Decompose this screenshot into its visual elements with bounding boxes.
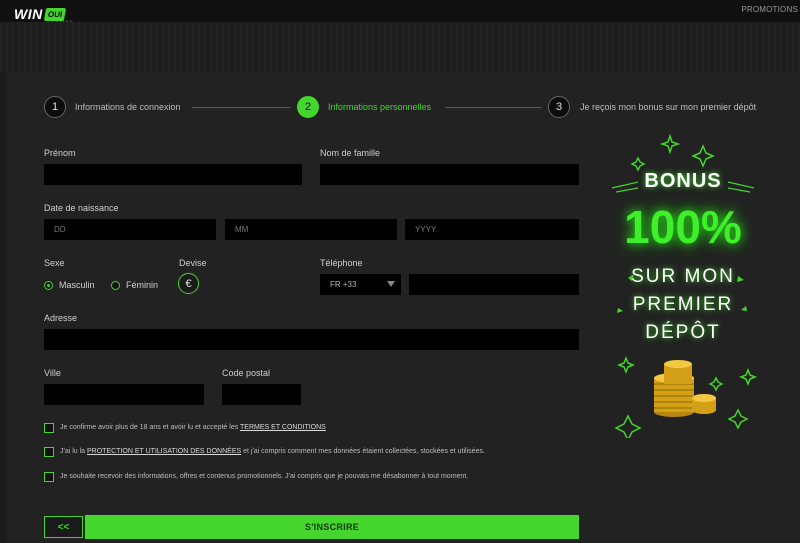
male-radio-label[interactable]: Masculin [59, 280, 95, 290]
male-radio[interactable] [44, 281, 53, 290]
sparkle-icon [738, 367, 758, 387]
sparkle-icon [630, 156, 646, 172]
address-label: Adresse [44, 313, 78, 323]
privacy-consent-label: J'ai lu la [60, 448, 88, 455]
privacy-checkbox[interactable] [44, 447, 54, 457]
sparkle-icon [616, 355, 636, 375]
first-name-label: Prénom [44, 148, 76, 158]
postal-code-label: Code postal [222, 368, 271, 378]
step-3-circle: 3 [548, 96, 570, 118]
sex-label: Sexe [44, 258, 65, 268]
terms-checkbox[interactable] [44, 423, 54, 433]
back-button[interactable]: << [44, 516, 83, 538]
phone-label: Téléphone [320, 258, 363, 268]
sparkle-icon [708, 376, 724, 392]
female-radio[interactable] [111, 281, 120, 290]
step-3-label: Je reçois mon bonus sur mon premier dépô… [580, 102, 757, 112]
birth-day-input[interactable] [44, 219, 216, 240]
sparkle-icon [691, 144, 715, 168]
logo-text: WIN [14, 6, 43, 22]
step-1-circle: 1 [44, 96, 66, 118]
promo-line-1: SUR MON [631, 266, 735, 287]
promo-percent: 100% [624, 201, 742, 253]
coin-stack [654, 360, 716, 417]
terms-link[interactable]: TERMES ET CONDITIONS [240, 424, 326, 431]
postal-code-input[interactable] [222, 384, 301, 405]
backdrop [0, 22, 800, 72]
bonus-promo: BONUS 100% SUR MON PREMIER DÉPÔT [598, 128, 768, 438]
first-name-input[interactable] [44, 164, 302, 185]
promotions-link[interactable]: PROMOTIONS [741, 5, 798, 14]
city-label: Ville [44, 368, 61, 378]
privacy-consent-suffix: et j'ai compris comment mes données étai… [241, 448, 485, 455]
privacy-link[interactable]: PROTECTION ET UTILISATION DES DONNÉES [87, 448, 241, 455]
step-2-label: Informations personnelles [328, 102, 432, 112]
country-code-value: FR +33 [330, 280, 357, 289]
marketing-checkbox[interactable] [44, 472, 54, 482]
city-input[interactable] [44, 384, 204, 405]
female-radio-label[interactable]: Féminin [126, 280, 158, 290]
chevron-down-icon [387, 281, 395, 287]
sparkle-icon [659, 133, 681, 155]
step-connector [192, 107, 290, 108]
privacy-consent-text: J'ai lu la PROTECTION ET UTILISATION DES… [60, 448, 485, 455]
country-code-select[interactable]: FR +33 [320, 274, 401, 295]
step-connector [445, 107, 542, 108]
terms-consent-label: Je confirme avoir plus de 18 ans et avoi… [60, 424, 241, 431]
step-2-circle: 2 [297, 96, 319, 118]
birth-month-input[interactable] [225, 219, 397, 240]
terms-consent-text: Je confirme avoir plus de 18 ans et avoi… [60, 424, 326, 431]
sparkle-icon [727, 408, 749, 430]
register-button[interactable]: S'INSCRIRE [85, 515, 579, 539]
sparkle-icon [614, 414, 642, 438]
step-1-label: Informations de connexion [75, 102, 181, 112]
top-bar: WIN OUI CASINO PROMOTIONS [0, 0, 800, 24]
marketing-consent-text: Je souhaite recevoir des informations, o… [60, 473, 469, 480]
phone-input[interactable] [409, 274, 579, 295]
last-name-input[interactable] [320, 164, 579, 185]
currency-label: Devise [179, 258, 207, 268]
promo-bonus: BONUS [644, 170, 722, 192]
birthdate-label: Date de naissance [44, 203, 119, 213]
address-input[interactable] [44, 329, 579, 350]
promo-line-3: DÉPÔT [645, 322, 721, 343]
currency-euro-button[interactable]: € [178, 273, 199, 294]
last-name-label: Nom de famille [320, 148, 381, 158]
promo-line-2: PREMIER [632, 294, 734, 315]
birth-year-input[interactable] [405, 219, 579, 240]
